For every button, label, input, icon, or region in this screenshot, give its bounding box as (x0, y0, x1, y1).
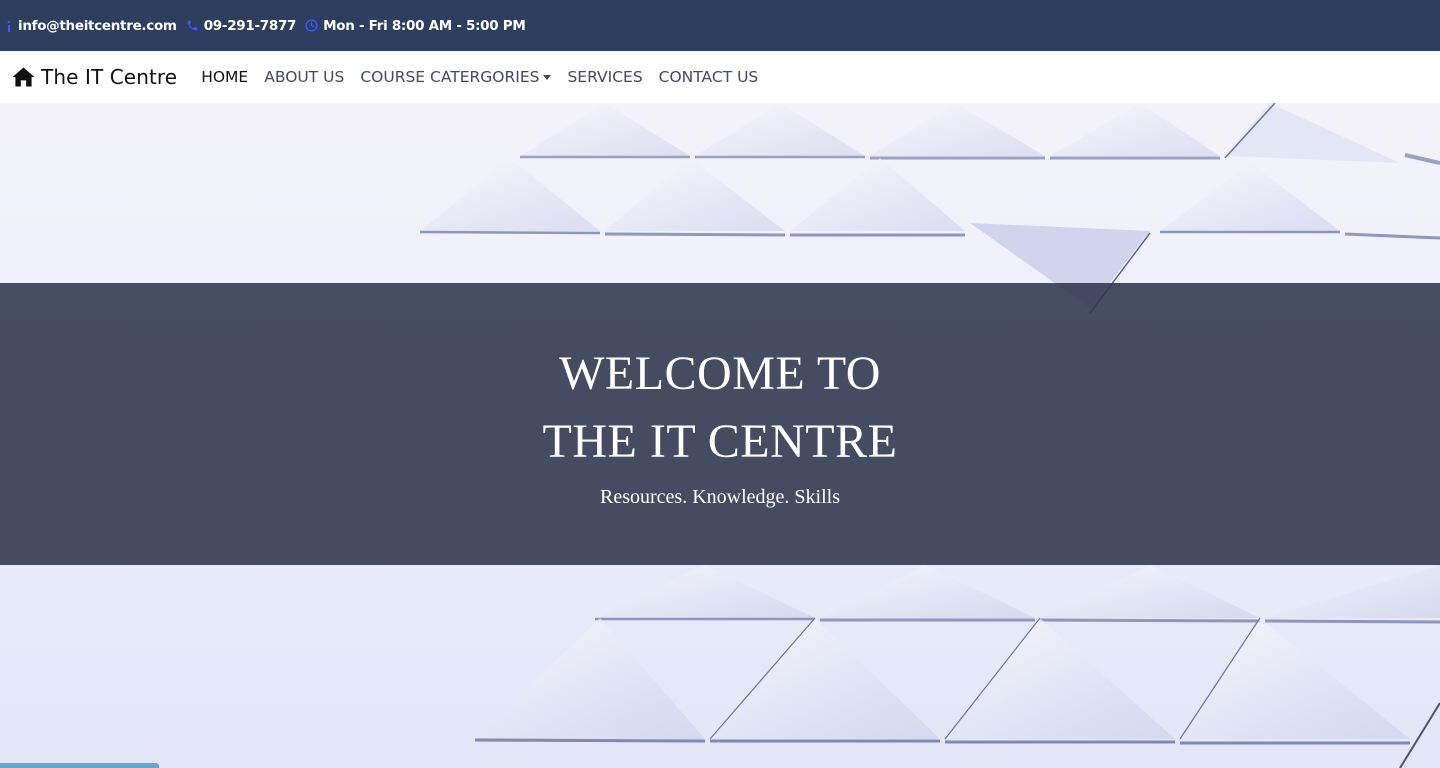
top-info-bar: info@theitcentre.com 09-291-7877 Mon - F… (0, 0, 1440, 51)
info-icon (5, 19, 13, 33)
hero-title-line-2: THE IT CENTRE (542, 414, 898, 468)
nav-course-label[interactable]: COURSE CATERGORIES (360, 68, 539, 86)
phone-text[interactable]: 09-291-7877 (204, 18, 297, 34)
nav-contact-label[interactable]: CONTACT US (659, 68, 759, 86)
clock-icon (305, 19, 318, 32)
hero-overlay: WELCOME TO THE IT CENTRE Resources. Know… (0, 283, 1440, 565)
email-text[interactable]: info@theitcentre.com (18, 18, 177, 34)
nav-services-label[interactable]: SERVICES (567, 68, 642, 86)
nav-services[interactable]: SERVICES (567, 68, 642, 86)
main-navbar: The IT Centre HOME ABOUT US COURSE CATER… (0, 51, 1440, 103)
home-icon (12, 67, 41, 87)
hero-banner: WELCOME TO THE IT CENTRE Resources. Know… (0, 103, 1440, 768)
brand-name[interactable]: The IT Centre (41, 65, 177, 89)
email-info[interactable]: info@theitcentre.com (5, 18, 177, 34)
hours-info: Mon - Fri 8:00 AM - 5:00 PM (305, 17, 526, 34)
chevron-down-icon[interactable] (543, 74, 552, 80)
chat-widget-tab[interactable] (0, 763, 159, 768)
nav-about-us[interactable]: ABOUT US (264, 68, 344, 86)
brand-logo-link[interactable]: The IT Centre (12, 65, 177, 89)
nav-course-categories-dropdown[interactable]: COURSE CATERGORIES (360, 68, 552, 86)
hero-title-line-1: WELCOME TO (559, 346, 881, 400)
nav-contact-us[interactable]: CONTACT US (659, 68, 759, 86)
hero-title: WELCOME TO THE IT CENTRE (543, 340, 898, 476)
nav-home-label[interactable]: HOME (201, 68, 248, 86)
nav-home[interactable]: HOME (201, 68, 248, 86)
phone-info[interactable]: 09-291-7877 (186, 18, 296, 34)
hero-subtitle: Resources. Knowledge. Skills (600, 485, 840, 508)
nav-about-label[interactable]: ABOUT US (264, 68, 344, 86)
phone-icon (186, 19, 199, 32)
hours-text: Mon - Fri 8:00 AM - 5:00 PM (323, 17, 526, 34)
